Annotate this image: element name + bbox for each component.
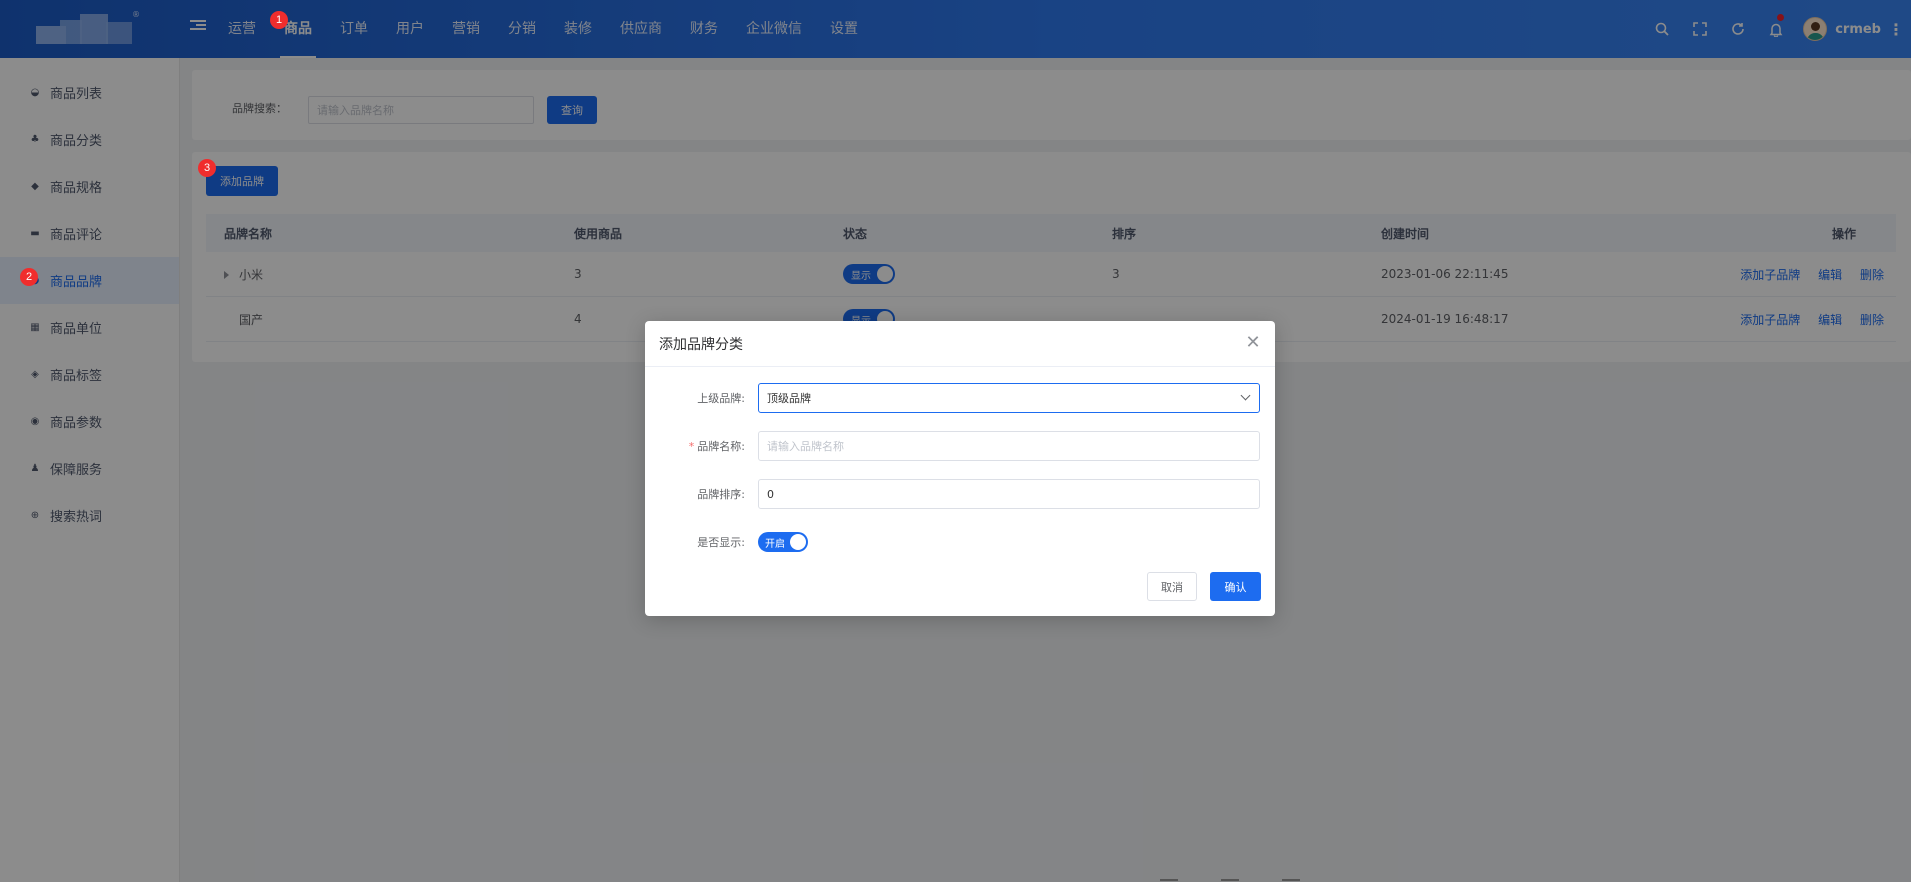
add-brand-dialog: 添加品牌分类 ✕ 上级品牌: 顶级品牌 *品牌名称: 品牌排序: 是否显示: 开…: [645, 321, 1275, 616]
parent-brand-value: 顶级品牌: [767, 392, 811, 405]
show-switch[interactable]: 开启: [758, 532, 808, 552]
brand-sort-label: 品牌排序:: [697, 488, 745, 501]
dialog-header: 添加品牌分类 ✕: [645, 321, 1275, 367]
brand-sort-input[interactable]: [758, 479, 1260, 509]
parent-brand-label: 上级品牌:: [697, 392, 745, 405]
close-icon[interactable]: ✕: [1243, 333, 1263, 353]
show-label: 是否显示:: [697, 536, 745, 549]
brand-name-label: * 品牌名称:: [688, 440, 745, 453]
show-row: 是否显示: 开启: [645, 527, 1275, 557]
chevron-down-icon: [1240, 390, 1251, 401]
parent-brand-row: 上级品牌: 顶级品牌: [645, 383, 1275, 413]
required-asterisk: *: [688, 440, 695, 453]
brand-name-row: * 品牌名称:: [645, 431, 1275, 461]
parent-brand-select[interactable]: 顶级品牌: [758, 383, 1260, 413]
step-badge: 1: [270, 11, 288, 29]
brand-name-input[interactable]: [758, 431, 1260, 461]
cancel-button[interactable]: 取消: [1147, 572, 1197, 601]
brand-sort-row: 品牌排序:: [645, 479, 1275, 509]
dialog-title: 添加品牌分类: [659, 337, 743, 353]
step-badge: 3: [198, 159, 216, 177]
step-badge: 2: [20, 268, 38, 286]
confirm-button[interactable]: 确认: [1210, 572, 1261, 601]
